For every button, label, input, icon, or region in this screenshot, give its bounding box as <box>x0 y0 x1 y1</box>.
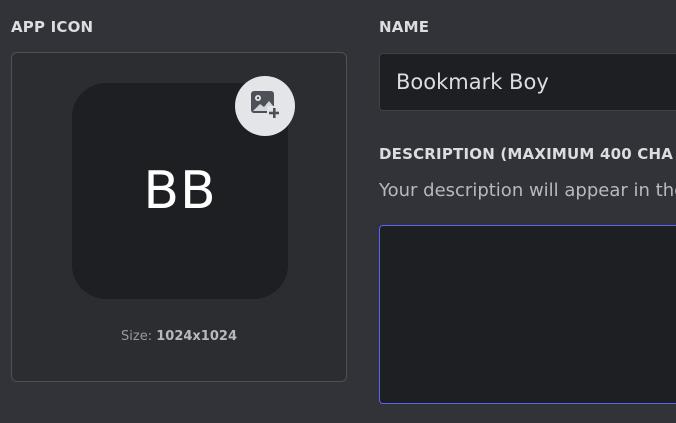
description-section-label: DESCRIPTION (MAXIMUM 400 CHA <box>379 145 674 163</box>
add-image-icon <box>248 87 282 125</box>
upload-icon-button[interactable] <box>235 76 295 136</box>
app-settings-panel: APP ICON BB Size: 1024x1024 NAME Bookmar… <box>0 0 676 423</box>
description-textarea[interactable] <box>379 225 676 404</box>
app-icon-initials: BB <box>143 161 217 221</box>
name-input[interactable] <box>379 53 676 111</box>
app-icon-size-info: Size: 1024x1024 <box>12 329 346 344</box>
description-help-text: Your description will appear in the <box>379 180 676 201</box>
size-value: 1024x1024 <box>156 329 237 344</box>
app-icon-card: BB Size: 1024x1024 <box>11 52 347 382</box>
name-section-label: NAME <box>379 18 430 36</box>
app-icon-section-label: APP ICON <box>11 18 94 36</box>
size-prefix: Size: <box>121 329 153 344</box>
